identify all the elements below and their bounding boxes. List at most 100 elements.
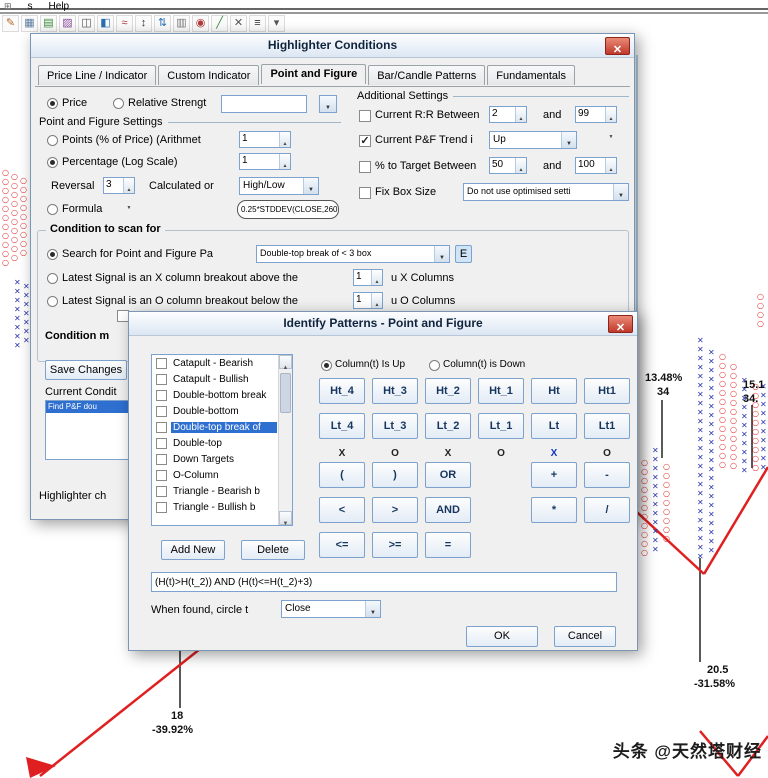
pattern-checkbox[interactable] (156, 485, 167, 497)
lt4-button[interactable]: Lt_4 (319, 413, 365, 439)
column-up-radio[interactable] (321, 360, 332, 371)
pattern-checkbox[interactable] (156, 437, 167, 449)
pattern-label[interactable]: Double-bottom (171, 406, 277, 417)
spinner-arrows[interactable] (515, 158, 526, 173)
delete-tool-icon[interactable]: ✕ (230, 14, 247, 32)
sort-icon[interactable]: ⇅ (154, 14, 171, 32)
relative-strength-radio[interactable] (113, 98, 124, 109)
pattern-checkbox[interactable] (156, 373, 167, 385)
target-max-value[interactable]: 100 (576, 158, 605, 173)
pattern-list-scrollbar[interactable] (278, 355, 292, 525)
highlighter-icon[interactable]: ◉ (192, 14, 209, 32)
more-tools-icon[interactable]: ▾ (268, 14, 285, 32)
target-max-spinner[interactable]: 100 (575, 157, 617, 174)
lt2-button[interactable]: Lt_2 (425, 413, 471, 439)
pattern-list-item[interactable]: Down Targets (152, 451, 292, 467)
ht1-prev-button[interactable]: Ht_1 (478, 378, 524, 404)
pattern-label[interactable]: Catapult - Bullish (171, 374, 277, 385)
fix-box-size-checkbox[interactable] (359, 187, 371, 199)
pattern-list-item[interactable]: Double-bottom break (152, 387, 292, 403)
and-button[interactable]: AND (425, 497, 471, 523)
pnf-trend-combo[interactable]: Up (489, 131, 577, 149)
signal-x-value[interactable]: 1 (354, 270, 371, 285)
pattern-list-item[interactable]: Double-top (152, 435, 292, 451)
ht2-button[interactable]: Ht_2 (425, 378, 471, 404)
spinner-arrows[interactable] (279, 132, 290, 147)
dropdown-arrow-icon[interactable] (303, 178, 318, 194)
percentage-spinner[interactable]: 1 (239, 153, 291, 170)
rr-max-value[interactable]: 99 (576, 107, 605, 122)
pattern-list-item[interactable]: Catapult - Bullish (152, 371, 292, 387)
spinner-arrows[interactable] (605, 158, 616, 173)
pnf-trend-checkbox[interactable] (359, 135, 371, 147)
cancel-button[interactable]: Cancel (554, 626, 616, 647)
pattern-checkbox[interactable] (156, 469, 167, 481)
delete-button[interactable]: Delete (241, 540, 305, 560)
signal-x-spinner[interactable]: 1 (353, 269, 383, 286)
spinner-arrows[interactable] (279, 154, 290, 169)
ok-button[interactable]: OK (466, 626, 538, 647)
scroll-up-icon[interactable] (279, 355, 292, 369)
greater-than-button[interactable]: > (372, 497, 418, 523)
rr-max-spinner[interactable]: 99 (575, 106, 617, 123)
pnf-trend-value[interactable]: Up (490, 132, 561, 148)
reversal-spinner[interactable]: 3 (103, 177, 135, 194)
close-icon[interactable] (605, 37, 630, 55)
lt1-prev-button[interactable]: Lt_1 (478, 413, 524, 439)
pattern-formula-input[interactable]: (H(t)>H(t_2)) AND (H(t)<=H(t_2)+3) (151, 572, 617, 592)
signal-o-radio[interactable] (47, 296, 58, 307)
pattern-label[interactable]: Down Targets (171, 454, 277, 465)
when-found-value[interactable]: Close (282, 601, 365, 617)
menu-item-s[interactable]: s (28, 1, 33, 12)
pattern-list-item[interactable]: Triangle - Bearish b (152, 483, 292, 499)
pattern-list-item-selected[interactable]: Double-top break of (152, 419, 292, 435)
tab-price-line-indicator[interactable]: Price Line / Indicator (38, 65, 157, 85)
pattern-checkbox[interactable] (156, 501, 167, 513)
spinner-arrows[interactable] (515, 107, 526, 122)
ht1-next-button[interactable]: Ht1 (584, 378, 630, 404)
trendline-icon[interactable]: ╱ (211, 14, 228, 32)
pattern-list-item[interactable]: O-Column (152, 467, 292, 483)
multiply-button[interactable]: * (531, 497, 577, 523)
pattern-label[interactable]: Triangle - Bearish b (171, 486, 277, 497)
pattern-list-item[interactable]: Double-bottom (152, 403, 292, 419)
dropdown-arrow-icon[interactable] (365, 601, 380, 617)
signal-o-value[interactable]: 1 (354, 293, 371, 308)
lt1-next-button[interactable]: Lt1 (584, 413, 630, 439)
signal-x-radio[interactable] (47, 273, 58, 284)
formula-input[interactable]: 0.25*STDDEV(CLOSE,260) (237, 200, 339, 219)
percentage-radio[interactable] (47, 157, 58, 168)
pattern-checkbox[interactable] (156, 357, 167, 369)
spinner-arrows[interactable] (371, 270, 382, 285)
spinner-arrows[interactable] (371, 293, 382, 308)
less-equal-button[interactable]: <= (319, 532, 365, 558)
calculated-on-value[interactable]: High/Low (240, 178, 303, 194)
conditions-listbox[interactable]: Find P&F dou (45, 400, 129, 460)
column-down-radio[interactable] (429, 360, 440, 371)
less-than-button[interactable]: < (319, 497, 365, 523)
pattern-combo-value[interactable]: Double-top break of < 3 box (257, 246, 434, 262)
rr-min-spinner[interactable]: 2 (489, 106, 527, 123)
spinner-arrows[interactable] (123, 178, 134, 193)
pattern-combo[interactable]: Double-top break of < 3 box (256, 245, 450, 263)
lt-button[interactable]: Lt (531, 413, 577, 439)
points-spinner[interactable]: 1 (239, 131, 291, 148)
search-pattern-radio[interactable] (47, 249, 58, 260)
target-min-value[interactable]: 50 (490, 158, 515, 173)
pattern-label[interactable]: Double-bottom break (171, 390, 277, 401)
close-icon[interactable] (608, 315, 633, 333)
indicator-icon[interactable]: ≈ (116, 14, 133, 32)
menu-item-help[interactable]: Help (49, 1, 70, 12)
ht3-button[interactable]: Ht_3 (372, 378, 418, 404)
dropdown-arrow-icon[interactable] (434, 246, 449, 262)
pnf-chart-icon[interactable]: ▨ (59, 14, 76, 32)
or-button[interactable]: OR (425, 462, 471, 488)
line-chart-icon[interactable]: ▤ (40, 14, 57, 32)
menu-list-icon[interactable]: ≡ (249, 14, 266, 32)
scroll-thumb[interactable] (280, 373, 291, 413)
dialog-titlebar[interactable]: Highlighter Conditions (31, 34, 634, 58)
layout-icon[interactable]: ▥ (173, 14, 190, 32)
relative-strength-dropdown-icon[interactable] (319, 95, 337, 113)
pattern-list-item[interactable]: Catapult - Bearish (152, 355, 292, 371)
spinner-arrows[interactable] (605, 107, 616, 122)
